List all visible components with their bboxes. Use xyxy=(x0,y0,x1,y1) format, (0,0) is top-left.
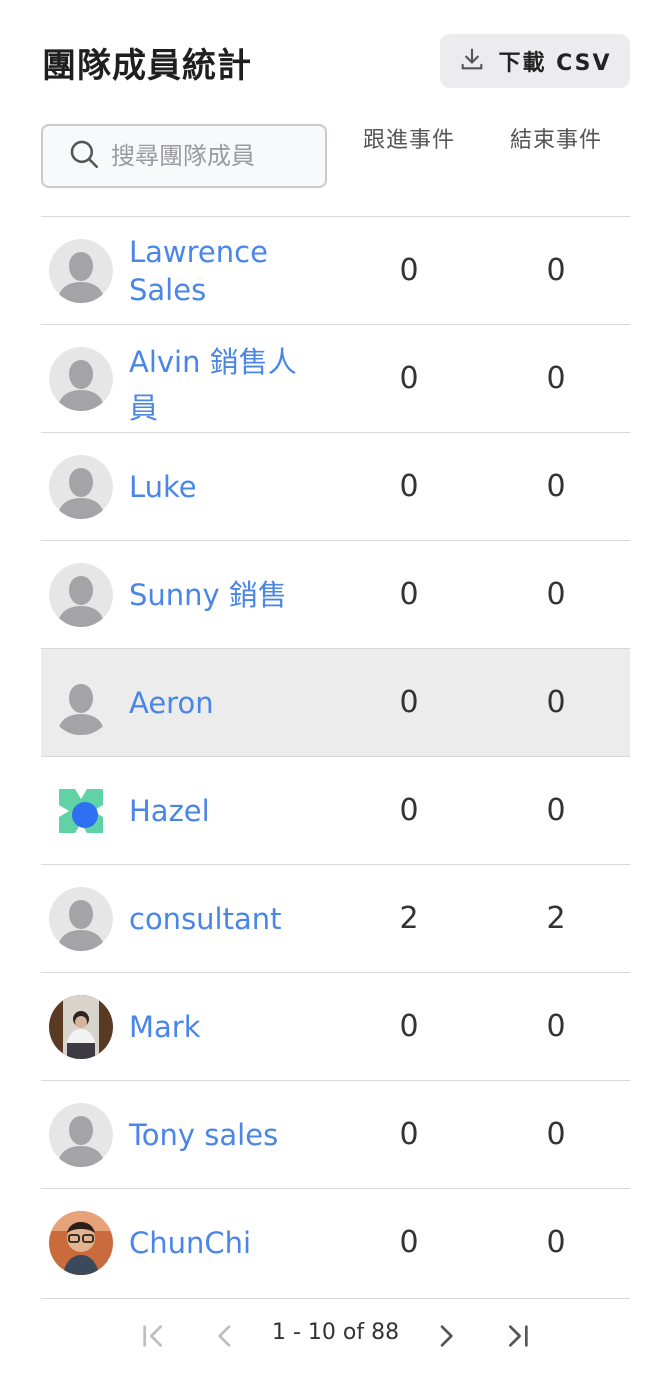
follow-up-count: 2 xyxy=(399,901,419,936)
follow-up-count: 0 xyxy=(399,1009,419,1044)
follow-up-count: 0 xyxy=(399,361,419,396)
table-row: Alvin 銷售人員 0 0 xyxy=(41,325,630,433)
download-icon xyxy=(458,45,486,77)
table-row: consultant 2 2 xyxy=(41,865,630,973)
default-avatar-icon xyxy=(49,887,113,951)
follow-up-count: 0 xyxy=(399,685,419,720)
last-page-button[interactable] xyxy=(497,1316,537,1356)
pagination: 1 - 10 of 88 xyxy=(0,1316,662,1356)
closed-count: 2 xyxy=(546,901,566,936)
download-csv-button[interactable]: 下載 CSV xyxy=(440,34,630,88)
follow-up-count: 0 xyxy=(399,793,419,828)
closed-count: 0 xyxy=(546,1225,566,1260)
default-avatar-icon xyxy=(49,347,113,411)
default-avatar-icon xyxy=(49,239,113,303)
follow-up-count: 0 xyxy=(399,577,419,612)
closed-count: 0 xyxy=(546,1009,566,1044)
closed-count: 0 xyxy=(546,685,566,720)
follow-up-count: 0 xyxy=(399,469,419,504)
closed-count: 0 xyxy=(546,469,566,504)
next-page-button[interactable] xyxy=(426,1316,466,1356)
chevron-right-icon xyxy=(440,1325,453,1347)
closed-count: 0 xyxy=(546,1117,566,1152)
table-row: ChunChi 0 0 xyxy=(41,1189,630,1299)
table-row: Sunny 銷售 0 0 xyxy=(41,541,630,649)
closed-count: 0 xyxy=(546,577,566,612)
member-name-link[interactable]: Aeron xyxy=(129,684,319,722)
column-header-closed[interactable]: 結束事件 xyxy=(496,122,616,154)
last-page-icon xyxy=(509,1325,528,1347)
member-name-link[interactable]: ChunChi xyxy=(129,1224,319,1262)
member-name-link[interactable]: Mark xyxy=(129,1008,319,1046)
default-avatar-icon xyxy=(49,1103,113,1167)
member-name-link[interactable]: Lawrence Sales xyxy=(129,233,319,309)
follow-up-count: 0 xyxy=(399,1117,419,1152)
chevron-left-icon xyxy=(218,1325,231,1347)
photo-avatar-icon xyxy=(49,1211,113,1275)
previous-page-button[interactable] xyxy=(205,1316,245,1356)
download-csv-label: 下載 CSV xyxy=(498,51,612,76)
table-row: Aeron 0 0 xyxy=(41,649,630,757)
member-name-link[interactable]: Tony sales xyxy=(129,1116,319,1154)
member-name-link[interactable]: Luke xyxy=(129,468,319,506)
default-avatar-icon xyxy=(49,671,113,735)
member-name-link[interactable]: Sunny 銷售 xyxy=(129,576,319,614)
table-row: Hazel 0 0 xyxy=(41,757,630,865)
default-avatar-icon xyxy=(49,455,113,519)
follow-up-count: 0 xyxy=(399,253,419,288)
table-row: Mark 0 0 xyxy=(41,973,630,1081)
search-input[interactable] xyxy=(111,142,311,170)
default-avatar-icon xyxy=(49,563,113,627)
member-name-link[interactable]: consultant xyxy=(129,900,319,938)
logo-avatar-icon xyxy=(49,779,113,843)
search-box[interactable] xyxy=(41,124,327,188)
first-page-button[interactable] xyxy=(134,1316,174,1356)
search-icon xyxy=(67,137,101,175)
first-page-icon xyxy=(143,1325,162,1347)
members-table: Lawrence Sales 0 0 Alvin 銷售人員 0 0 Luke 0… xyxy=(41,216,630,1299)
closed-count: 0 xyxy=(546,793,566,828)
closed-count: 0 xyxy=(546,361,566,396)
page-title: 團隊成員統計 xyxy=(42,46,252,86)
closed-count: 0 xyxy=(546,253,566,288)
table-row: Tony sales 0 0 xyxy=(41,1081,630,1189)
member-name-link[interactable]: Alvin 銷售人員 xyxy=(129,339,319,431)
photo-avatar-icon xyxy=(49,995,113,1059)
column-header-follow-up[interactable]: 跟進事件 xyxy=(349,122,469,154)
table-row: Lawrence Sales 0 0 xyxy=(41,217,630,325)
pagination-range: 1 - 10 of 88 xyxy=(272,1320,400,1345)
table-row: Luke 0 0 xyxy=(41,433,630,541)
follow-up-count: 0 xyxy=(399,1225,419,1260)
member-name-link[interactable]: Hazel xyxy=(129,792,319,830)
